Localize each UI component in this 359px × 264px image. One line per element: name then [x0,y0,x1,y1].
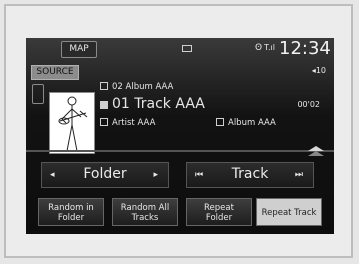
signal-icon: T.ıl [264,43,275,52]
guitarist-illustration [58,96,88,152]
button-label-line1: Random in [48,203,94,213]
divider [26,150,334,152]
folder-name: 02 Album AAA [100,82,173,92]
audio-screen: MAP ʘ T.ıl 12:34 SOURCE ◂10 02 Album AAA… [26,38,334,234]
artist-name: Artist AAA [100,118,155,128]
folder-label: Folder [83,166,127,182]
track-text: 01 Track AAA [112,96,205,112]
track-control: ⏮ Track ⏭ [186,162,314,188]
artist-icon [100,118,108,126]
repeat-track-button[interactable]: Repeat Track [256,198,322,226]
usb-icon [32,84,44,104]
map-button[interactable]: MAP [61,41,97,58]
folder-control: ◂ Folder ▸ [41,162,169,188]
scroll-up-icon-shadow [308,151,324,156]
artist-text: Artist AAA [112,118,156,128]
button-label-line1: Repeat [204,203,234,213]
random-in-folder-button[interactable]: Random in Folder [38,198,104,226]
repeat-folder-button[interactable]: Repeat Folder [186,198,252,226]
volume-indicator: ◂10 [311,66,326,75]
next-track-button[interactable]: ⏭ [295,170,303,180]
elapsed-time: 00'02 [297,100,320,109]
button-label-line1: Random All [120,203,170,213]
button-label-line1: Repeat Track [261,208,317,218]
button-label-line2: Tracks [131,213,159,223]
album-art [49,92,95,154]
next-folder-button[interactable]: ▸ [153,170,158,180]
bluetooth-icon: ʘ [255,43,263,53]
album-text: Album AAA [228,118,276,128]
clock: 12:34 [279,38,331,59]
folder-text: 02 Album AAA [112,82,174,92]
battery-icon [182,45,192,52]
folder-icon [100,82,108,90]
music-note-icon [100,101,108,109]
track-name: 01 Track AAA [100,96,205,112]
album-icon [216,118,224,126]
button-label-line2: Folder [205,213,233,223]
album-name: Album AAA [216,118,276,128]
button-label-line2: Folder [57,213,85,223]
source-button[interactable]: SOURCE [31,65,79,80]
random-all-tracks-button[interactable]: Random All Tracks [112,198,178,226]
